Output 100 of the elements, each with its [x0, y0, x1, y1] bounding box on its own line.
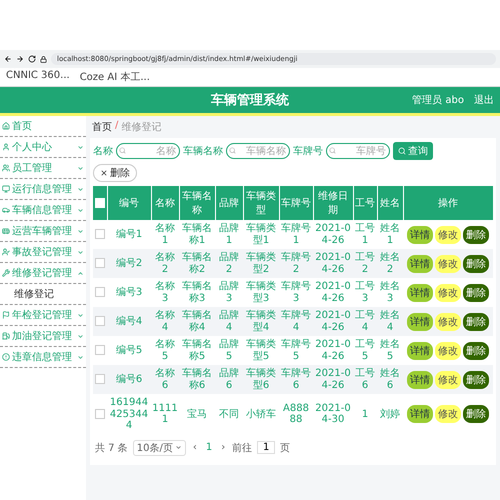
- bus-icon: [2, 227, 10, 235]
- search-field[interactable]: 车辆名称: [226, 143, 290, 159]
- home-icon: [2, 122, 10, 130]
- bookmark[interactable]: Coze AI 本工...: [80, 70, 150, 84]
- table-cell: 工号3: [353, 278, 377, 307]
- detail-button[interactable]: 详情: [407, 226, 433, 244]
- table-cell: 品牌6: [215, 365, 243, 394]
- table-cell: 品牌5: [215, 336, 243, 365]
- next-page-button[interactable]: ›: [219, 442, 228, 453]
- row-checkbox[interactable]: [95, 258, 105, 268]
- edit-button[interactable]: 修改: [435, 312, 461, 330]
- delete-button[interactable]: 删除: [463, 254, 489, 272]
- row-checkbox[interactable]: [95, 345, 105, 356]
- column-header: 车辆类型: [243, 186, 279, 220]
- page-size-select[interactable]: 10条/页: [132, 440, 186, 456]
- edit-button[interactable]: 修改: [435, 405, 461, 424]
- table-cell: 11111: [151, 394, 179, 434]
- table-cell: 品牌2: [215, 249, 243, 278]
- table-cell: 车辆类型1: [243, 220, 279, 249]
- row-checkbox[interactable]: [95, 229, 105, 240]
- detail-button[interactable]: 详情: [407, 370, 433, 388]
- delete-button[interactable]: 删除: [463, 226, 489, 244]
- detail-button[interactable]: 详情: [407, 254, 433, 272]
- table-cell: 车牌号3: [279, 278, 313, 307]
- search-icon: [229, 147, 236, 154]
- table-cell: 工号5: [353, 336, 377, 365]
- row-checkbox[interactable]: [95, 287, 105, 298]
- delete-button[interactable]: 删除: [463, 405, 489, 424]
- edit-button[interactable]: 修改: [435, 254, 461, 272]
- chevron-down-icon: [77, 332, 84, 340]
- table-cell: 品牌3: [215, 278, 243, 307]
- table-cell: 2021-04-26: [313, 307, 353, 336]
- car-icon: [2, 206, 10, 214]
- back-icon[interactable]: [4, 55, 12, 63]
- table-cell: 车辆类型5: [243, 336, 279, 365]
- field-label: 名称: [93, 145, 113, 158]
- edit-button[interactable]: 修改: [435, 284, 461, 302]
- table-cell: 名称3: [151, 278, 179, 307]
- table-cell: 车辆名称4: [179, 307, 215, 336]
- delete-button[interactable]: 删除: [463, 284, 489, 302]
- table-cell: 编号1: [107, 220, 151, 249]
- field-label: 车辆名称: [183, 144, 223, 158]
- row-checkbox[interactable]: [95, 316, 105, 326]
- table-cell: 品牌4: [215, 307, 243, 336]
- edit-button[interactable]: 修改: [435, 226, 461, 244]
- delete-button[interactable]: 删除: [463, 370, 489, 388]
- app-title: 车辆管理系统: [211, 92, 289, 109]
- reload-icon[interactable]: [28, 55, 36, 63]
- search-icon: [329, 147, 336, 154]
- table-cell: 名称5: [151, 336, 179, 365]
- column-header: 姓名: [377, 186, 403, 220]
- breadcrumb-item[interactable]: 首页: [92, 120, 112, 134]
- column-header: 车辆名称: [179, 186, 215, 220]
- table-cell: 车辆类型6: [243, 365, 279, 394]
- search-field[interactable]: 名称: [116, 143, 180, 159]
- table-cell: 2021-04-26: [313, 220, 353, 249]
- delete-button[interactable]: 删除: [463, 342, 489, 360]
- delete-button[interactable]: 删除: [93, 164, 137, 182]
- table-cell: 工号6: [353, 365, 377, 394]
- detail-button[interactable]: 详情: [407, 284, 433, 302]
- fuel-pump-icon: [2, 332, 10, 340]
- table-cell: 编号6: [107, 365, 151, 394]
- breadcrumb-item: 维修登记: [121, 120, 162, 134]
- table-cell: 姓名4: [377, 307, 403, 336]
- select-all-checkbox[interactable]: [94, 198, 105, 208]
- flag-icon: [2, 311, 10, 319]
- forward-icon[interactable]: [16, 55, 24, 63]
- edit-button[interactable]: 修改: [435, 342, 461, 360]
- table-cell: 名称4: [151, 307, 179, 336]
- table-cell: 2021-04-26: [313, 278, 353, 307]
- table-cell: 编号4: [107, 307, 151, 336]
- search-field[interactable]: 车牌号: [326, 143, 390, 159]
- row-checkbox[interactable]: [95, 408, 105, 419]
- detail-button[interactable]: 详情: [407, 405, 433, 424]
- detail-button[interactable]: 详情: [407, 312, 433, 330]
- table-cell: 姓名6: [377, 365, 403, 394]
- prev-page-button[interactable]: ‹: [190, 442, 199, 453]
- column-header: 名称: [151, 186, 179, 220]
- chevron-down-icon: [174, 444, 182, 451]
- chevron-up-icon: [77, 270, 84, 276]
- total-count: 共 7 条: [95, 442, 128, 454]
- table-cell: 姓名5: [377, 336, 403, 365]
- bookmark[interactable]: CNNIC 360...: [6, 70, 70, 84]
- table-cell: 车辆类型2: [243, 249, 279, 278]
- wrench-icon: [2, 269, 10, 277]
- table-cell: 宝马: [179, 394, 215, 434]
- column-header: 车牌号: [279, 186, 313, 220]
- chevron-down-icon: [77, 312, 84, 318]
- table-cell: 车辆名称5: [179, 336, 215, 365]
- detail-button[interactable]: 详情: [407, 342, 433, 360]
- table-cell: 车辆名称1: [179, 220, 215, 249]
- users-icon: [2, 164, 10, 172]
- user-name: 管理员 abo: [412, 94, 464, 107]
- column-header: 工号: [353, 186, 377, 220]
- chevron-down-icon: [77, 164, 84, 172]
- page-input[interactable]: 1: [257, 441, 276, 454]
- row-checkbox[interactable]: [95, 374, 105, 384]
- table-cell: 车辆类型3: [243, 278, 279, 307]
- delete-button[interactable]: 删除: [463, 312, 489, 330]
- edit-button[interactable]: 修改: [435, 370, 461, 388]
